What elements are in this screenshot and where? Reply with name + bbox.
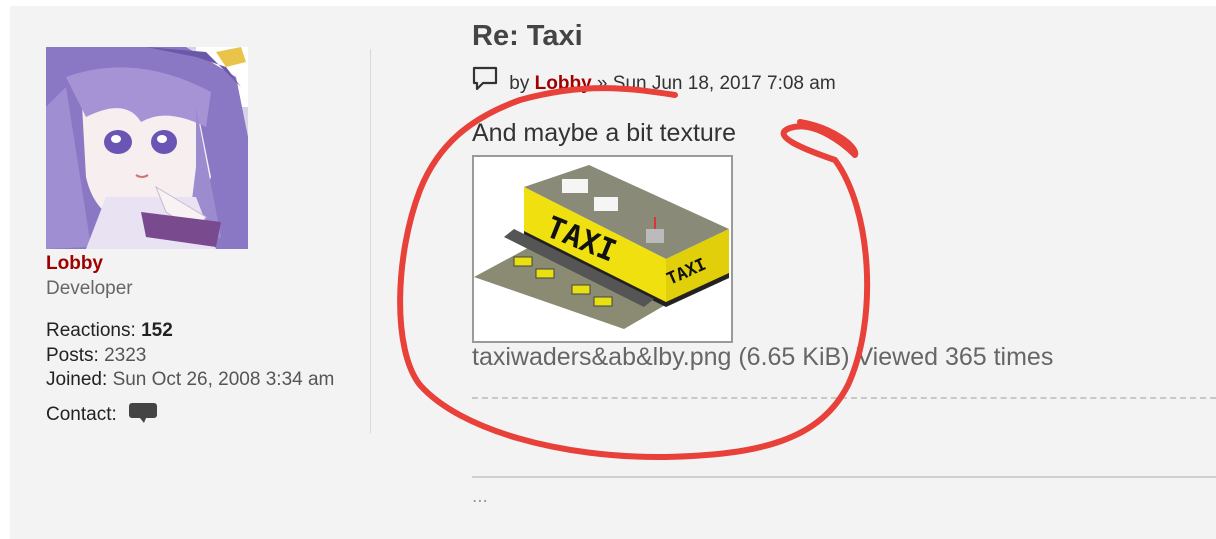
posts-label: Posts: (46, 345, 99, 366)
post-signature-ellipsis: ... (472, 486, 488, 507)
profile-reactions: Reactions: 152 (46, 320, 173, 342)
post-title[interactable]: Re: Taxi (472, 20, 583, 53)
post-body-text: And maybe a bit texture (472, 119, 737, 147)
joined-label: Joined: (46, 369, 108, 390)
attachment-dashed-separator (472, 397, 1216, 399)
post-date: » Sun Jun 18, 2017 7:08 am (596, 73, 836, 94)
by-label: by (509, 73, 530, 94)
post-container: Lobby Developer Reactions: 152 Posts: 23… (10, 6, 1216, 539)
attachment-caption: taxiwaders&ab&lby.png (6.65 KiB) Viewed … (472, 343, 1054, 371)
posts-value[interactable]: 2323 (104, 345, 146, 366)
chat-bubble-filled-icon[interactable] (128, 402, 158, 424)
reactions-value[interactable]: 152 (141, 320, 173, 341)
profile-posts: Posts: 2323 (46, 345, 146, 367)
profile-joined: Joined: Sun Oct 26, 2008 3:34 am (46, 369, 334, 391)
profile-contact: Contact: (46, 402, 158, 426)
post-author-link[interactable]: Lobby (535, 73, 592, 94)
profile-rank: Developer (46, 278, 133, 299)
signature-separator (472, 476, 1216, 478)
profile-username-link[interactable]: Lobby (46, 253, 103, 275)
profile-divider (370, 49, 371, 433)
post-meta: by Lobby » Sun Jun 18, 2017 7:08 am (472, 66, 836, 95)
joined-value: Sun Oct 26, 2008 3:34 am (112, 369, 335, 390)
speech-bubble-outline-icon[interactable] (472, 66, 498, 92)
contact-label: Contact: (46, 404, 117, 425)
attachment-image-frame[interactable]: TAXI TAXI (472, 155, 733, 343)
reactions-label: Reactions: (46, 320, 136, 341)
user-avatar[interactable] (46, 47, 248, 249)
taxi-building-image: TAXI TAXI (474, 157, 731, 341)
